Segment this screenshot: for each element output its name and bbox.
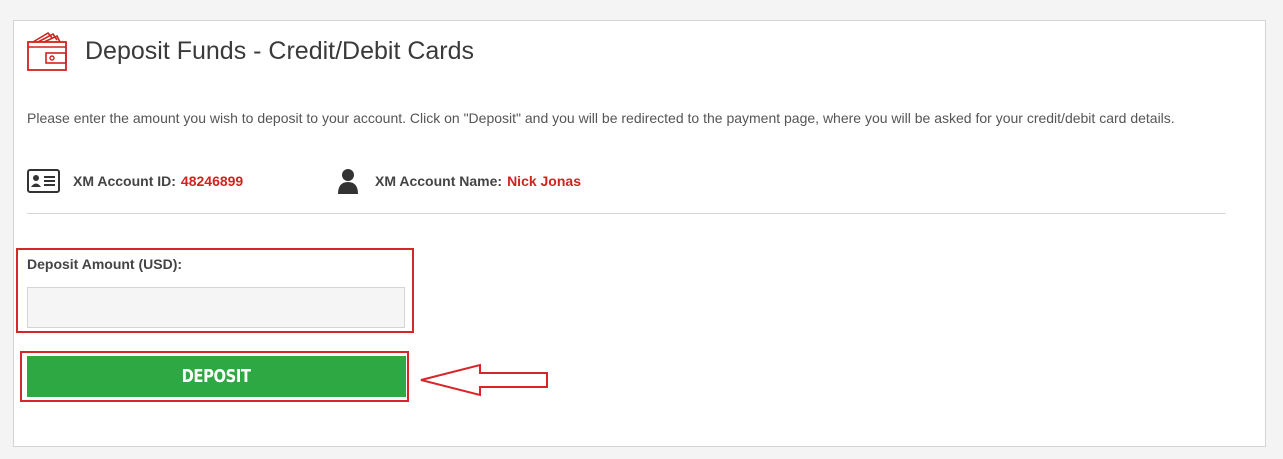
deposit-button[interactable]: Deposit <box>27 356 406 397</box>
account-id-value: 48246899 <box>180 173 244 189</box>
id-card-icon <box>27 169 60 193</box>
deposit-instructions: Please enter the amount you wish to depo… <box>27 110 1175 126</box>
page-header: Deposit Funds - Credit/Debit Cards <box>26 30 474 72</box>
account-name-info: XM Account Name: Nick Jonas <box>338 168 581 194</box>
account-info-row: XM Account ID: 48246899 XM Account Name:… <box>27 168 581 194</box>
wallet-icon <box>26 30 68 72</box>
account-id-label: XM Account ID: <box>73 173 176 189</box>
account-name-label: XM Account Name: <box>375 173 503 189</box>
deposit-amount-input[interactable] <box>27 287 405 328</box>
pointer-arrow-icon <box>420 363 548 397</box>
page-title: Deposit Funds - Credit/Debit Cards <box>85 37 475 65</box>
deposit-button-label: Deposit <box>181 366 252 387</box>
section-divider <box>27 213 1226 214</box>
person-icon <box>338 168 358 194</box>
account-id-info: XM Account ID: 48246899 <box>27 169 338 193</box>
deposit-amount-label: Deposit Amount (USD): <box>27 256 183 272</box>
account-name-value: Nick Jonas <box>507 173 581 189</box>
